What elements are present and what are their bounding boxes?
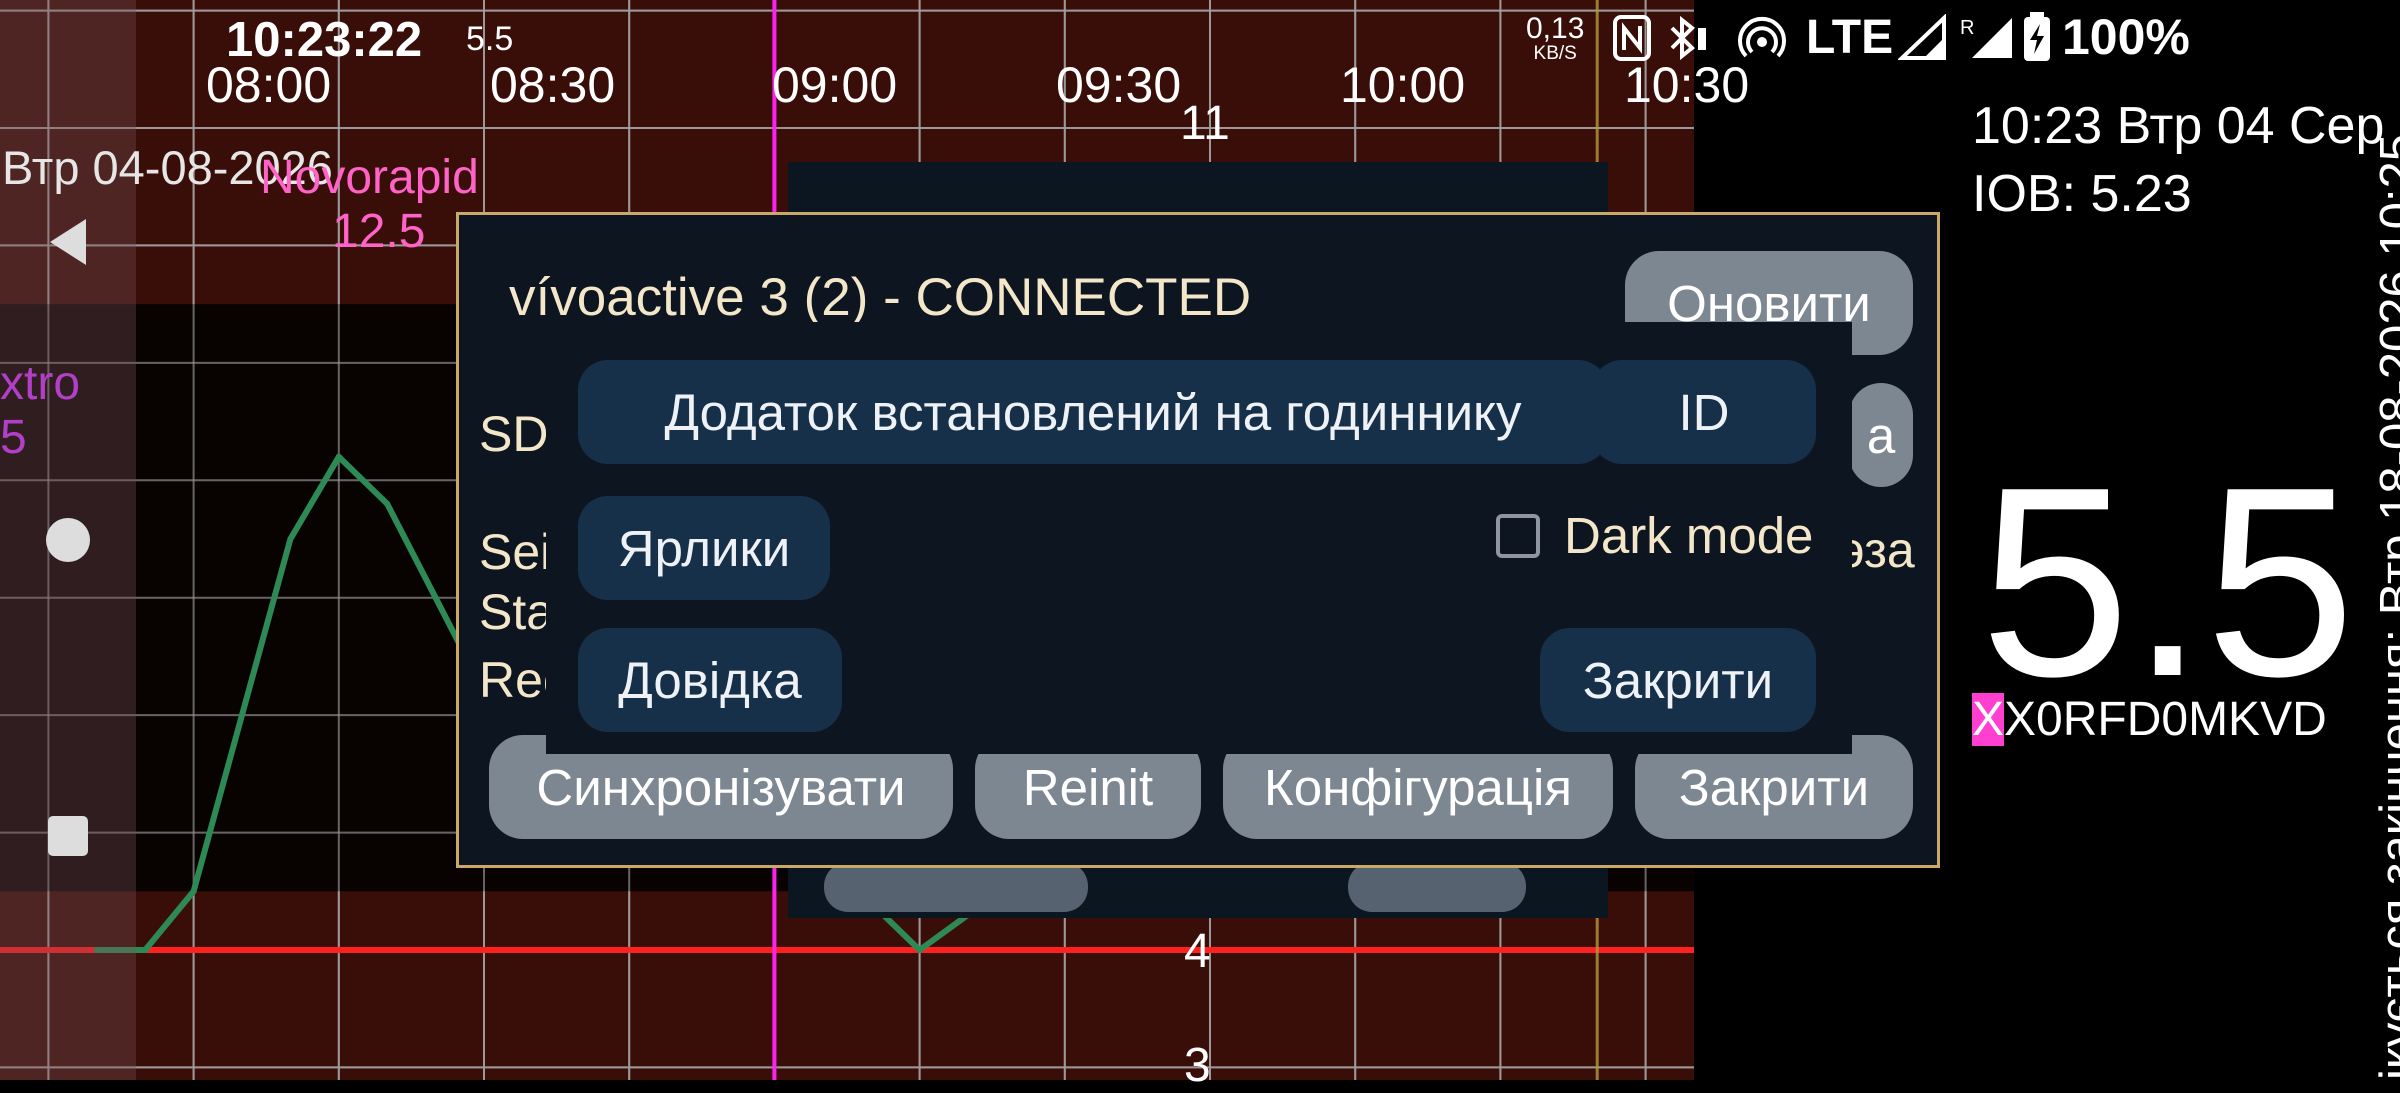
truncated-button-label: a	[1866, 406, 1896, 464]
recents-icon[interactable]	[42, 810, 94, 862]
sensor-serial: XX0RFD0MKVD	[1972, 692, 2327, 747]
glucose-point	[916, 947, 923, 953]
inner-close-button[interactable]: Закрити	[1540, 628, 1816, 732]
signal-icon	[1897, 13, 1948, 67]
shortcuts-button[interactable]: Ярлики	[578, 496, 830, 600]
fragment-serial: Sei	[479, 524, 552, 580]
extra-label: xtro	[0, 357, 81, 410]
current-glucose: 5.5	[1980, 432, 2356, 733]
y-tick-11: 11	[1180, 97, 1230, 150]
dark-mode-checkbox[interactable]	[1496, 514, 1540, 558]
time-label-2: 09:00	[772, 57, 898, 113]
iob-value: IOB: 5.23	[1972, 165, 2192, 223]
id-button[interactable]: ID	[1592, 360, 1816, 464]
time-label-0: 08:00	[206, 57, 332, 113]
time-label-1: 08:30	[490, 57, 616, 113]
glucose-point	[384, 500, 391, 507]
battery-level: 100%	[2062, 9, 2190, 65]
background-dialog-button-left	[824, 862, 1088, 912]
treatment-name: Novorapid	[260, 151, 479, 204]
app-options-dialog: Додаток встановлений на годиннику ID Ярл…	[546, 322, 1852, 754]
signal-roaming-icon: R	[1960, 14, 2016, 67]
time-label-3: 09:30	[1056, 57, 1182, 113]
svg-text:R: R	[1960, 17, 1974, 39]
time-label-4: 10:00	[1340, 57, 1466, 113]
sensor-serial-highlight: X	[1972, 693, 2005, 746]
dialog-title: vívoactive 3 (2) - CONNECTED	[509, 268, 1252, 327]
truncated-button[interactable]: a	[1849, 383, 1913, 487]
treatment-value: 12.5	[332, 205, 426, 258]
fragment-status: Sta	[479, 584, 555, 640]
background-dialog-button-right	[1348, 862, 1526, 912]
sensor-serial-rest: X0RFD0MKVD	[2004, 693, 2327, 746]
y-tick-3: 3	[1184, 1039, 1211, 1092]
battery-icon	[2022, 12, 2052, 67]
current-datetime: 10:23 Втр 04 Сер	[1972, 97, 2385, 155]
fragment-sd: SD	[479, 406, 549, 462]
net-speed: 0,13 KB/S	[1526, 12, 1585, 64]
net-speed-unit: KB/S	[1533, 43, 1577, 64]
home-icon[interactable]	[42, 514, 94, 566]
help-button[interactable]: Довідка	[578, 628, 842, 732]
glucose-point	[190, 888, 197, 895]
y-tick-4: 4	[1184, 925, 1211, 978]
glucose-point	[239, 712, 245, 719]
time-label-5: 10:30	[1624, 57, 1750, 113]
app-installed-button[interactable]: Додаток встановлений на годиннику	[578, 360, 1608, 464]
extra-value: 5	[0, 411, 27, 464]
back-icon[interactable]	[42, 216, 94, 268]
net-speed-value: 0,13	[1526, 12, 1585, 45]
sensor-expiry-text: ікується закінчення: Втр 18-08-2026 10:2…	[2371, 133, 2400, 1080]
dark-mode-label: Dark mode	[1564, 507, 1814, 564]
glucose-point	[287, 536, 294, 542]
glucose-point	[335, 453, 342, 460]
status-glucose: 5.5	[466, 20, 514, 58]
glucose-point	[142, 947, 149, 953]
network-type: LTE	[1806, 11, 1894, 64]
glucose-point	[432, 594, 439, 601]
